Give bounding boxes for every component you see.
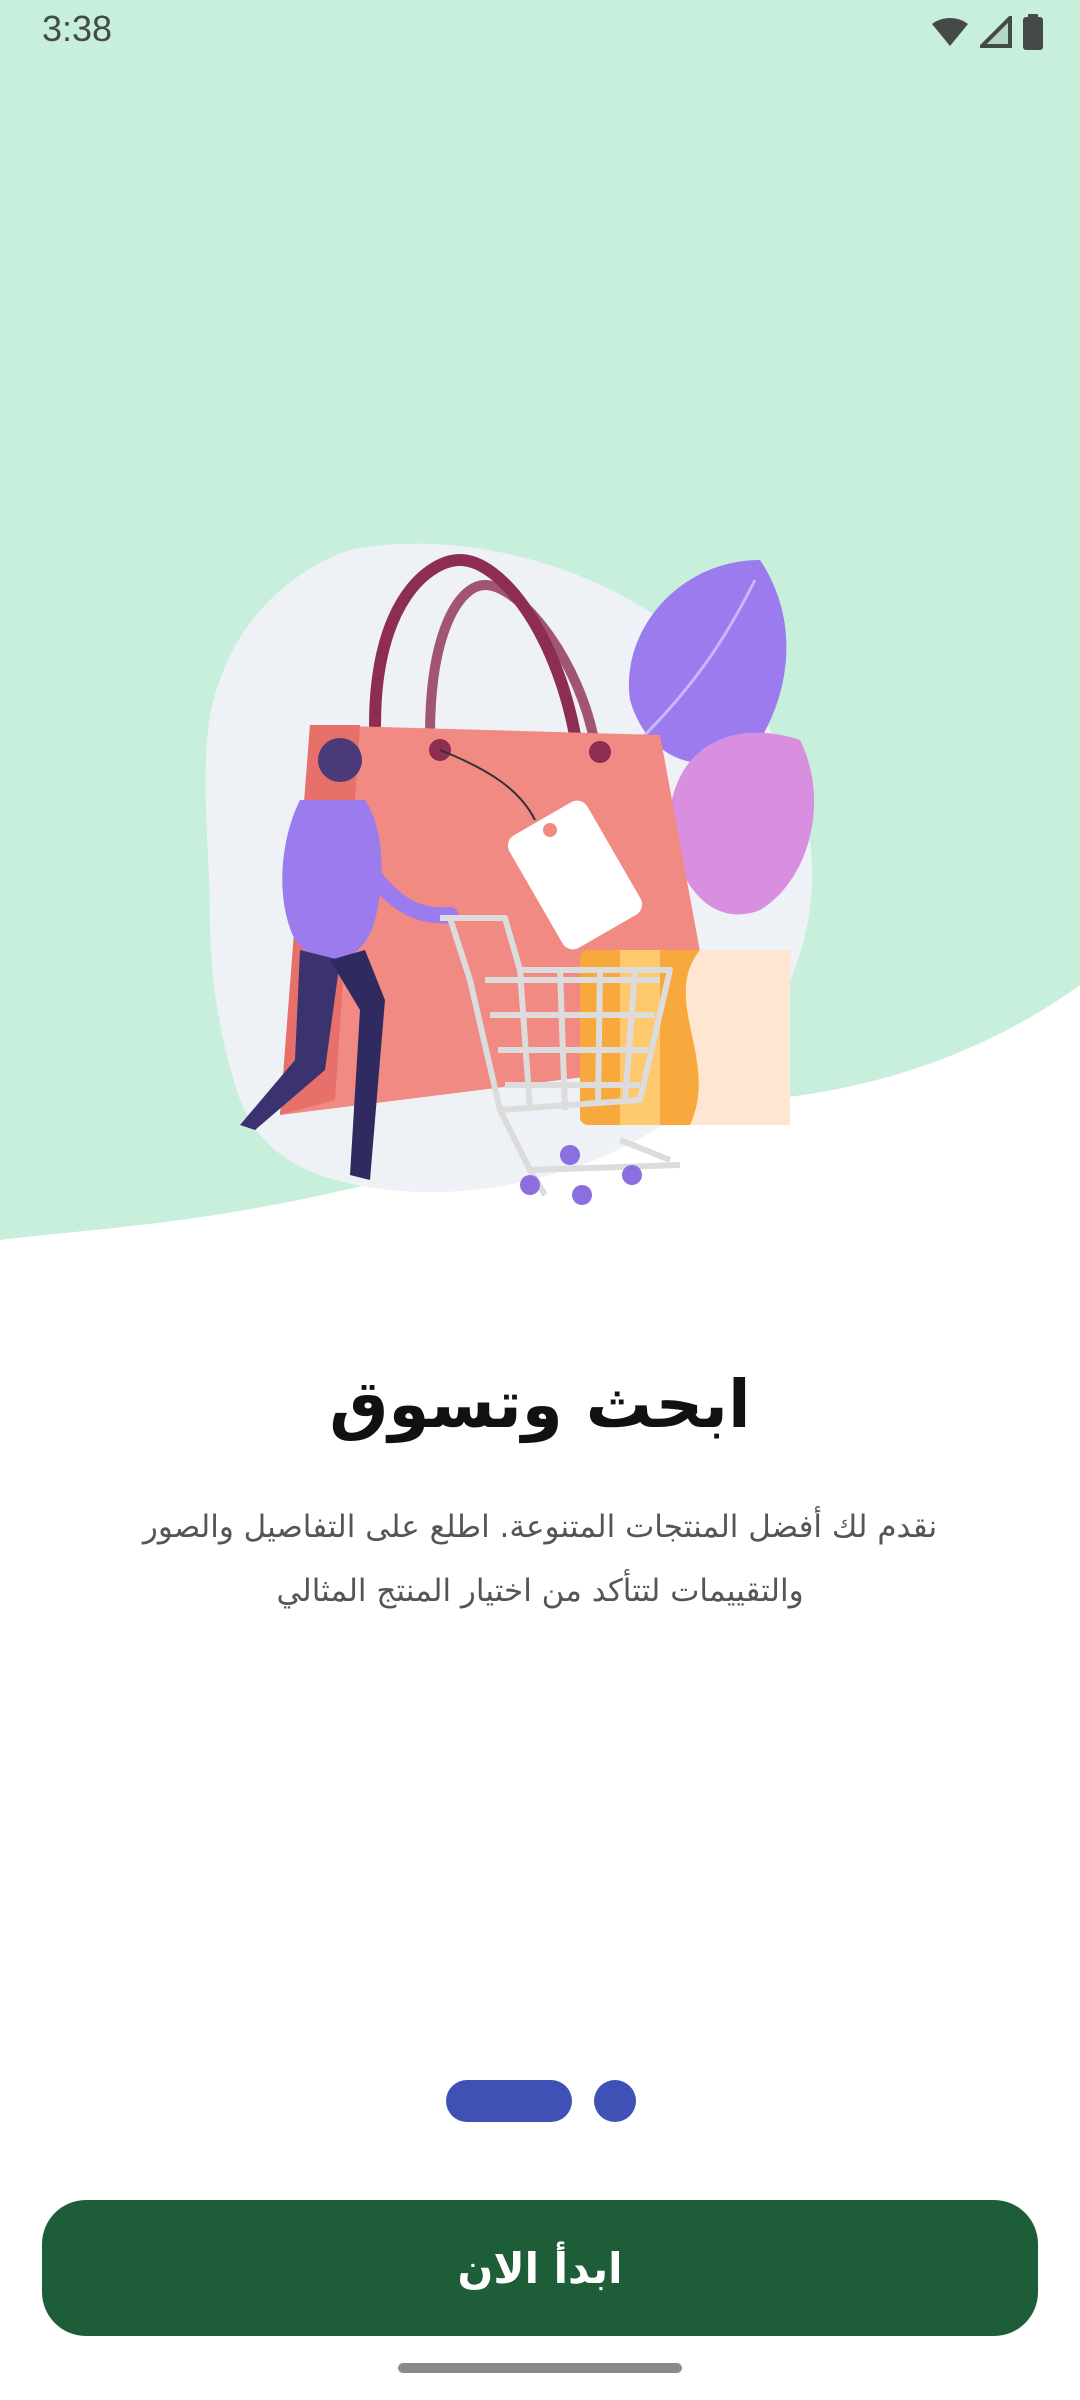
start-now-button-label: ابدأ الان — [457, 2243, 623, 2293]
home-indicator[interactable] — [398, 2363, 682, 2373]
start-now-button[interactable]: ابدأ الان — [42, 2200, 1038, 2336]
shopping-illustration — [205, 543, 815, 1205]
description-line-1: نقدم لك أفضل المنتجات المتنوعة. اطلع على… — [142, 1509, 938, 1545]
cell-signal-icon — [980, 16, 1012, 48]
status-bar: 3:38 — [0, 0, 1080, 64]
status-time: 3:38 — [42, 8, 113, 49]
onboarding-screen: 3:38 ابحث وتسوق نقدم لك أفضل المنتجات ال… — [0, 0, 1080, 2400]
battery-icon — [1022, 14, 1044, 50]
status-icons — [930, 12, 1044, 52]
page-indicator-dot[interactable] — [594, 2080, 636, 2122]
page-indicator-active-dot[interactable] — [446, 2080, 572, 2122]
description-line-2: والتقييمات لتتأكد من اختيار المنتج المثا… — [276, 1573, 804, 1609]
wifi-icon — [930, 16, 970, 48]
onboarding-description: نقدم لك أفضل المنتجات المتنوعة. اطلع على… — [120, 1495, 960, 1623]
page-indicator — [446, 2080, 636, 2122]
onboarding-title: ابحث وتسوق — [329, 1366, 751, 1443]
